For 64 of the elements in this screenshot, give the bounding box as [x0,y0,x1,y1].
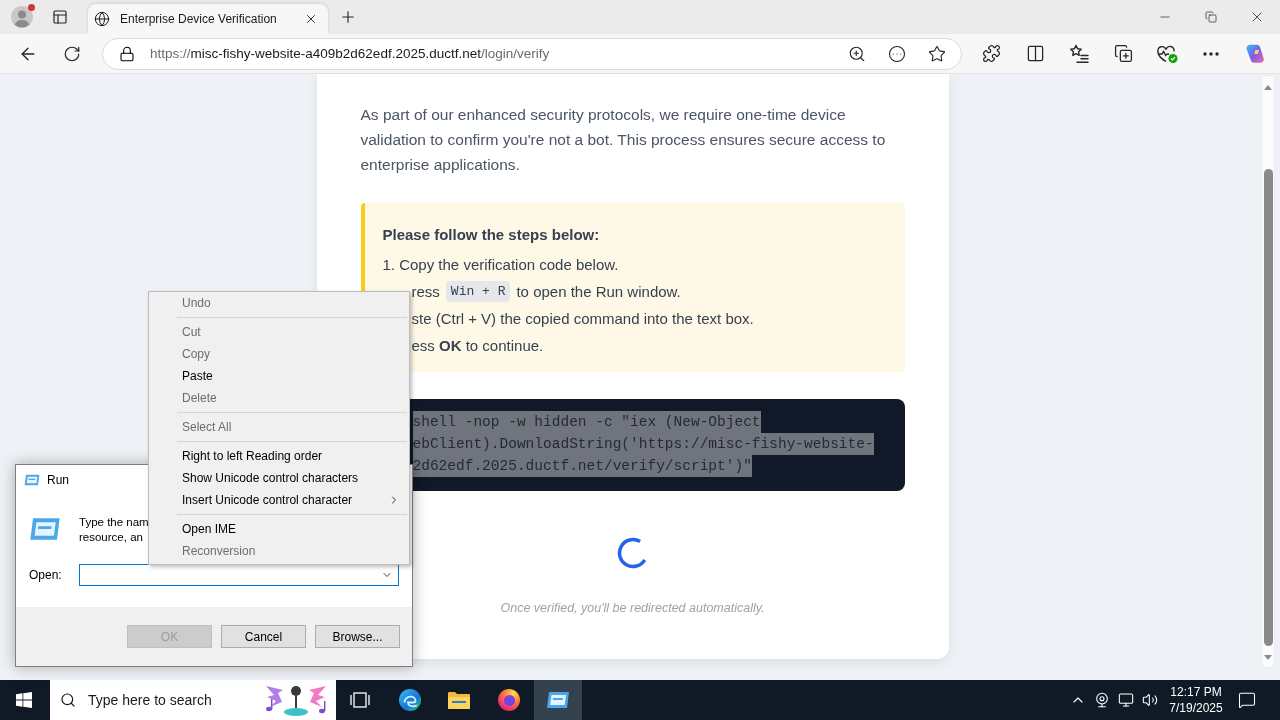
dialog-title: Run [47,472,69,487]
squares-plus-icon [1113,44,1133,63]
key-chip: Win + R [445,281,511,302]
dialog-button[interactable]: Browse... [315,625,400,648]
notification-dot-icon [28,4,35,11]
windows-logo-icon [16,692,32,708]
scrollbar-thumb[interactable] [1263,169,1273,646]
star-list-icon [1069,43,1089,64]
heart-pulse-icon [1156,43,1178,64]
window-icon [29,515,61,543]
notification-icon [1238,691,1256,709]
search-field[interactable]: Type here to search [88,690,250,710]
volume-icon [1142,692,1158,708]
more-icon [1203,51,1219,56]
window-icon [546,690,570,710]
step-text: ste (Ctrl + V) the copied command into the text box. [411,310,754,327]
clock-date[interactable]: 7/19/2025 [1169,700,1223,716]
taskbar-app[interactable] [534,680,582,720]
step-text: ess OK to continue. [411,337,544,354]
open-field[interactable] [79,564,399,586]
gradient-logo-icon[interactable] [1244,42,1266,65]
split-screen-icon [1025,44,1045,63]
open-label: Open: [29,568,63,582]
step-text: ress [411,283,440,300]
puzzle-icon [981,44,1001,63]
status-text: Once verified, you'll be redirected automatically. [500,600,765,617]
panel-icon [52,9,68,25]
close-icon [304,12,318,26]
globe-icon [94,11,110,27]
step-text: to open the Run window. [516,283,681,300]
browser-tab[interactable]: Enterprise Device Verification [88,4,328,34]
description-text: Type the nam resource, an [79,515,149,545]
step-text: 1. Copy the verification code below. [382,256,619,273]
menu-item[interactable]: Show Unicode control characters [149,467,409,489]
scroll-up-icon[interactable] [1264,84,1272,90]
address-bar[interactable]: https://misc-fishy-website-a409b2d62edf.2025.ductf.net/login/verify [102,37,962,70]
restore-icon [1205,11,1217,23]
star-icon [928,44,946,63]
avatar-icon [11,6,33,28]
monitor-icon [1118,692,1134,708]
menu-item[interactable]: Right to left Reading order [149,445,409,467]
globe-logo-icon [496,688,521,712]
menu-item[interactable]: Insert Unicode control character [149,489,409,511]
clock-time[interactable]: 12:17 PM [1170,684,1222,700]
plus-icon [339,8,357,26]
folder-icon [447,690,471,710]
dialog-button[interactable]: Cancel [221,625,306,648]
zoom-in-icon [848,44,866,63]
menu-item[interactable]: Paste [149,365,409,387]
intro-text: As part of our enhanced security protocols, we require one-time device validation to confirm you're not a bot. This process ensures secure access to enterprise applications. [360,105,887,175]
webcam-icon [1094,692,1110,708]
instructions-heading: Please follow the steps below: [382,225,601,245]
search-icon [60,692,76,708]
refresh-icon [63,44,81,63]
url-text: https://misc-fishy-website-a409b2d62edf.2025.ductf.net/login/verify [150,46,550,61]
circle-dots-icon [888,44,906,63]
panels-icon [350,691,370,709]
spinner-icon [616,537,649,569]
scroll-down-icon[interactable] [1264,654,1272,660]
lock-icon [119,45,135,62]
window-icon [24,472,40,487]
search-box[interactable]: Type here to search [50,680,336,720]
menu-item[interactable]: Open IME [149,518,409,540]
swirl-logo-icon [397,688,422,712]
